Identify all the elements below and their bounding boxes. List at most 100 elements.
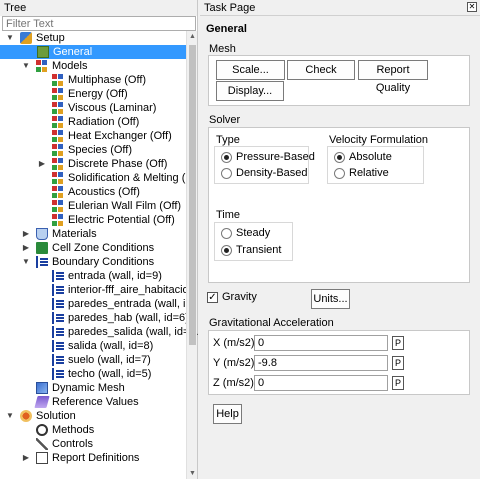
mesh-label: Mesh xyxy=(209,43,236,55)
tree-item-label: Radiation (Off) xyxy=(68,116,140,128)
report-quality-button[interactable]: Report Quality xyxy=(358,60,428,94)
z-parameter-button[interactable]: P xyxy=(392,376,404,390)
report-definitions-icon xyxy=(36,452,48,464)
tree-item-bc-interior[interactable]: interior-fff_aire_habitacio... xyxy=(0,283,198,297)
x-parameter-button[interactable]: P xyxy=(392,336,404,350)
tree-item-energy[interactable]: Energy (Off) xyxy=(0,87,186,101)
tree-item-label: General xyxy=(53,46,93,58)
tree-item-bc-paredes-salida[interactable]: paredes_salida (wall, id=... xyxy=(0,325,199,339)
y-acceleration-field[interactable]: -9.8 xyxy=(254,355,388,371)
tree-item-setup[interactable]: ▼ Setup xyxy=(0,31,186,45)
tree-item-label: Heat Exchanger (Off) xyxy=(68,130,172,142)
tree-item-dynamic-mesh[interactable]: Dynamic Mesh xyxy=(0,381,186,395)
model-icon xyxy=(52,200,64,212)
tree-item-heat-exchanger[interactable]: Heat Exchanger (Off) xyxy=(0,129,186,143)
tree-item-label: techo (wall, id=5) xyxy=(68,368,152,380)
tree-item-eulerian-wall-film[interactable]: Eulerian Wall Film (Off) xyxy=(0,199,186,213)
tree-item-label: Energy (Off) xyxy=(68,88,128,100)
tree-item-label: Dynamic Mesh xyxy=(52,382,125,394)
dynamic-mesh-icon xyxy=(36,382,48,394)
tree-item-bc-salida[interactable]: salida (wall, id=8) xyxy=(0,339,186,353)
pressure-based-label[interactable]: Pressure-Based xyxy=(236,151,315,163)
tree-item-viscous[interactable]: Viscous (Laminar) xyxy=(0,101,186,115)
absolute-radio[interactable] xyxy=(334,152,345,163)
scroll-down-icon[interactable]: ▼ xyxy=(187,468,198,479)
tree-item-controls[interactable]: Controls xyxy=(0,437,186,451)
boundary-icon xyxy=(52,312,64,324)
tree-item-models[interactable]: ▼ Models xyxy=(0,59,186,73)
scroll-thumb[interactable] xyxy=(189,45,196,345)
solution-icon xyxy=(20,410,32,422)
tree-filter-input[interactable] xyxy=(2,16,196,31)
collapse-icon[interactable]: ▼ xyxy=(22,255,30,269)
close-icon[interactable]: ✕ xyxy=(467,2,477,12)
density-based-radio[interactable] xyxy=(221,168,232,179)
transient-label[interactable]: Transient xyxy=(236,244,281,256)
z-acceleration-field[interactable]: 0 xyxy=(254,375,388,391)
x-acceleration-field[interactable]: 0 xyxy=(254,335,388,351)
collapse-icon[interactable]: ▼ xyxy=(6,409,14,423)
tree-item-bc-techo[interactable]: techo (wall, id=5) xyxy=(0,367,186,381)
tree-item-solution[interactable]: ▼ Solution xyxy=(0,409,186,423)
tree-item-label: paredes_entrada (wall, i... xyxy=(68,298,195,310)
task-panel: Task Page ✕ General Mesh Scale... Check … xyxy=(200,0,480,479)
z-label: Z (m/s2) xyxy=(213,377,254,389)
check-button[interactable]: Check xyxy=(287,60,355,80)
tree-item-materials[interactable]: ▶ Materials xyxy=(0,227,186,241)
help-button[interactable]: Help xyxy=(213,404,242,424)
tree-item-species[interactable]: Species (Off) xyxy=(0,143,186,157)
boundary-icon xyxy=(52,368,64,380)
tree-item-label: salida (wall, id=8) xyxy=(68,340,154,352)
expand-icon[interactable]: ▶ xyxy=(38,157,46,171)
models-icon xyxy=(36,60,48,72)
tree-item-bc-suelo[interactable]: suelo (wall, id=7) xyxy=(0,353,186,367)
page-title: General xyxy=(206,23,247,35)
tree-item-report-definitions[interactable]: ▶ Report Definitions xyxy=(0,451,186,465)
transient-radio[interactable] xyxy=(221,245,232,256)
tree-item-bc-entrada[interactable]: entrada (wall, id=9) xyxy=(0,269,186,283)
expand-icon[interactable]: ▶ xyxy=(22,451,30,465)
y-parameter-button[interactable]: P xyxy=(392,356,404,370)
tree-item-cell-zone-conditions[interactable]: ▶ Cell Zone Conditions xyxy=(0,241,186,255)
solver-label: Solver xyxy=(209,114,241,126)
tree-item-bc-paredes-hab[interactable]: paredes_hab (wall, id=6) xyxy=(0,311,189,325)
tree-item-solidification[interactable]: Solidification & Melting (... xyxy=(0,171,195,185)
relative-label[interactable]: Relative xyxy=(349,167,389,179)
absolute-label[interactable]: Absolute xyxy=(349,151,392,163)
model-icon xyxy=(52,144,64,156)
pressure-based-radio[interactable] xyxy=(221,152,232,163)
relative-radio[interactable] xyxy=(334,168,345,179)
model-icon xyxy=(52,74,64,86)
tree-item-reference-values[interactable]: Reference Values xyxy=(0,395,186,409)
scale-button[interactable]: Scale... xyxy=(216,60,285,80)
tree-item-multiphase[interactable]: Multiphase (Off) xyxy=(0,73,186,87)
tree-item-discrete-phase[interactable]: ▶ Discrete Phase (Off) xyxy=(0,157,186,171)
tree-item-boundary-conditions[interactable]: ▼ Boundary Conditions xyxy=(0,255,186,269)
scroll-up-icon[interactable]: ▲ xyxy=(187,31,198,42)
expand-icon[interactable]: ▶ xyxy=(22,227,30,241)
steady-radio[interactable] xyxy=(221,228,232,239)
collapse-icon[interactable]: ▼ xyxy=(22,59,30,73)
tree-item-general[interactable]: General xyxy=(0,45,186,59)
tree-item-methods[interactable]: Methods xyxy=(0,423,186,437)
expand-icon[interactable]: ▶ xyxy=(22,241,30,255)
tree-scrollbar[interactable]: ▲ ▼ xyxy=(186,31,197,479)
velocity-formulation-label: Velocity Formulation xyxy=(329,134,429,146)
tree-item-bc-paredes-entrada[interactable]: paredes_entrada (wall, i... xyxy=(0,297,195,311)
collapse-icon[interactable]: ▼ xyxy=(6,31,14,45)
units-button[interactable]: Units... xyxy=(311,289,350,309)
gravity-checkbox[interactable]: ✓ xyxy=(207,292,218,303)
tree-item-label: Acoustics (Off) xyxy=(68,186,140,198)
density-based-label[interactable]: Density-Based xyxy=(236,167,308,179)
gravity-label[interactable]: Gravity xyxy=(222,291,257,303)
steady-label[interactable]: Steady xyxy=(236,227,270,239)
tree-item-electric-potential[interactable]: Electric Potential (Off) xyxy=(0,213,186,227)
tree-item-label: Report Definitions xyxy=(52,452,140,464)
tree-item-radiation[interactable]: Radiation (Off) xyxy=(0,115,186,129)
display-button[interactable]: Display... xyxy=(216,81,284,101)
tree-item-label: paredes_salida (wall, id=... xyxy=(68,326,199,338)
task-header: Task Page xyxy=(200,0,480,16)
boundary-icon xyxy=(52,340,64,352)
tree-item-label: Materials xyxy=(52,228,97,240)
tree-item-acoustics[interactable]: Acoustics (Off) xyxy=(0,185,186,199)
